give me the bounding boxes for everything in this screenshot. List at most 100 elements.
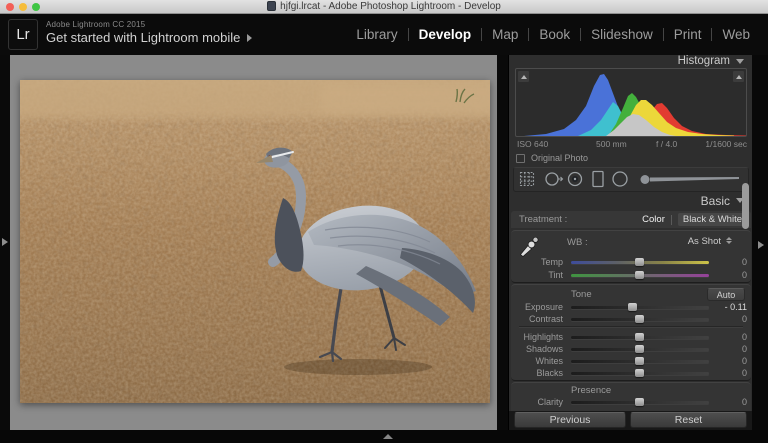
module-book[interactable]: Book: [529, 27, 580, 42]
focal-length-value: 500 mm: [596, 139, 627, 149]
highlights-slider-knob[interactable]: [635, 333, 644, 341]
tint-value[interactable]: 0: [707, 270, 747, 280]
contrast-slider-knob[interactable]: [635, 315, 644, 323]
canvas-right-border: [497, 55, 508, 430]
collapse-right-panel-icon[interactable]: [758, 241, 764, 249]
treatment-divider: [671, 215, 672, 225]
module-library[interactable]: Library: [346, 27, 407, 42]
treatment-row: Treatment : Color Black & White: [511, 211, 751, 228]
tint-label: Tint: [511, 270, 563, 280]
lightroom-logo: Lr: [8, 19, 38, 50]
radial-filter-tool-icon: [613, 172, 627, 186]
exposure-slider-knob[interactable]: [628, 303, 637, 311]
panel-scrollbar-thumb[interactable]: [742, 183, 749, 229]
iso-value: ISO 640: [517, 139, 548, 149]
module-slideshow[interactable]: Slideshow: [581, 27, 663, 42]
tone-group: Tone Auto Exposure - 0.11 Contrast 0 Hig…: [511, 284, 751, 381]
temp-slider-knob[interactable]: [635, 258, 644, 266]
tone-label: Tone: [571, 289, 592, 300]
highlights-label: Highlights: [511, 332, 563, 342]
shadows-slider-row: Shadows 0: [511, 343, 751, 355]
treatment-bw-option[interactable]: Black & White: [678, 213, 747, 226]
tint-slider-knob[interactable]: [635, 271, 644, 279]
whites-value[interactable]: 0: [707, 356, 747, 366]
contrast-value[interactable]: 0: [707, 314, 747, 324]
module-develop[interactable]: Develop: [409, 27, 482, 42]
contrast-slider-row: Contrast 0: [511, 313, 751, 325]
temp-label: Temp: [511, 257, 563, 267]
white-balance-group: WB : As Shot Temp 0 Tint 0: [511, 230, 751, 283]
expand-left-panel-icon[interactable]: [2, 238, 8, 246]
auto-tone-button[interactable]: Auto: [707, 288, 745, 301]
shadows-slider-knob[interactable]: [635, 345, 644, 353]
spot-removal-tool-icon: [546, 173, 563, 185]
panel-footer: Previous Reset: [509, 411, 753, 430]
clarity-label: Clarity: [511, 397, 563, 407]
whites-slider-row: Whites 0: [511, 355, 751, 367]
shutter-value: 1/1600 sec: [705, 139, 747, 149]
app-version-label: Adobe Lightroom CC 2015: [46, 20, 145, 29]
lightroom-window: hjfgi.lrcat - Adobe Photoshop Lightroom …: [0, 0, 768, 443]
exposure-label: Exposure: [511, 302, 563, 312]
contrast-label: Contrast: [511, 314, 563, 324]
expand-filmstrip-icon[interactable]: [383, 434, 393, 439]
crop-tool-icon: [521, 173, 534, 186]
histogram-chart: [516, 72, 746, 136]
dropdown-arrows-icon: [726, 237, 732, 244]
treatment-color-option[interactable]: Color: [642, 214, 665, 225]
right-panel: Histogram ISO 640 500 mm f / 4.0 1/1600 …: [508, 55, 752, 430]
module-map[interactable]: Map: [482, 27, 528, 42]
exposure-slider-row: Exposure - 0.11: [511, 301, 751, 313]
histogram-display[interactable]: [515, 68, 747, 137]
highlights-value[interactable]: 0: [707, 332, 747, 342]
clarity-value[interactable]: 0: [707, 397, 747, 407]
module-web[interactable]: Web: [712, 27, 760, 42]
right-panel-collapse-strip[interactable]: [752, 55, 768, 443]
temp-value[interactable]: 0: [707, 257, 747, 267]
previous-button[interactable]: Previous: [514, 412, 626, 428]
reset-button[interactable]: Reset: [630, 412, 747, 428]
filmstrip-collapsed-strip[interactable]: [0, 430, 768, 443]
highlights-slider-row: Highlights 0: [511, 331, 751, 343]
shadows-value[interactable]: 0: [707, 344, 747, 354]
lightroom-mobile-link[interactable]: Get started with Lightroom mobile: [46, 30, 252, 45]
aperture-value: f / 4.0: [656, 139, 677, 149]
original-photo-checkbox[interactable]: [516, 154, 525, 163]
blacks-value[interactable]: 0: [707, 368, 747, 378]
image-canvas: [10, 55, 497, 430]
shadows-label: Shadows: [511, 344, 563, 354]
left-panel-collapsed-strip[interactable]: [0, 55, 10, 430]
treatment-label: Treatment :: [519, 214, 567, 225]
module-picker: Library Develop Map Book Slideshow Print…: [346, 14, 760, 55]
exposure-slider-track[interactable]: [571, 306, 709, 309]
wb-eyedropper-icon[interactable]: [518, 235, 540, 257]
basic-panel-header[interactable]: Basic: [508, 194, 752, 208]
module-bar: Lr Adobe Lightroom CC 2015 Get started w…: [0, 14, 768, 55]
titlebar: hjfgi.lrcat - Adobe Photoshop Lightroom …: [0, 0, 768, 14]
photo-crane[interactable]: [20, 80, 490, 403]
histogram-panel-header[interactable]: Histogram: [508, 55, 752, 69]
blacks-slider-knob[interactable]: [635, 369, 644, 377]
module-print[interactable]: Print: [664, 27, 712, 42]
original-photo-toggle[interactable]: Original Photo: [516, 152, 588, 164]
temp-slider-row: Temp 0: [511, 256, 751, 268]
basic-title: Basic: [701, 194, 730, 208]
graduated-filter-tool-icon: [593, 172, 603, 187]
whites-label: Whites: [511, 356, 563, 366]
chevron-right-icon: [247, 34, 252, 42]
window-title: hjfgi.lrcat - Adobe Photoshop Lightroom …: [0, 0, 768, 14]
tool-strip: [513, 167, 749, 192]
red-eye-tool-icon: [569, 173, 582, 186]
whites-slider-knob[interactable]: [635, 357, 644, 365]
blacks-label: Blacks: [511, 368, 563, 378]
tone-divider: [519, 326, 743, 327]
wb-label: WB :: [567, 237, 588, 248]
presence-label: Presence: [571, 385, 611, 396]
photo-image: [20, 80, 490, 403]
clarity-slider-knob[interactable]: [635, 398, 644, 406]
wb-preset-dropdown[interactable]: As Shot: [688, 236, 721, 247]
collapse-histogram-icon[interactable]: [736, 59, 744, 64]
histogram-title: Histogram: [678, 55, 730, 67]
exif-info-row: ISO 640 500 mm f / 4.0 1/1600 sec: [509, 139, 753, 151]
exposure-value[interactable]: - 0.11: [707, 302, 747, 312]
